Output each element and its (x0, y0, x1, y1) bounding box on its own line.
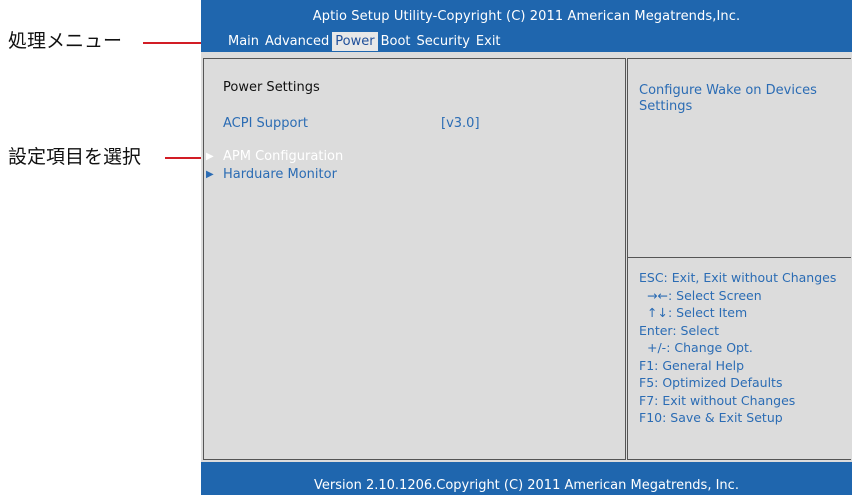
key-select-item: ↑↓: Select Item (647, 305, 748, 320)
key-enter: Enter: Select (639, 322, 720, 338)
help-divider (628, 257, 851, 258)
key-f7: F7: Exit without Changes (639, 392, 796, 408)
footer-version: Version 2.10.1206.Copyright (C) 2011 Ame… (314, 478, 739, 493)
submenu-apm-label: APM Configuration (223, 149, 344, 164)
bios-header: Aptio Setup Utility-Copyright (C) 2011 A… (201, 0, 852, 52)
bios-footer: Version 2.10.1206.Copyright (C) 2011 Ame… (201, 462, 852, 495)
key-legend: ESC: Exit, Exit without Changes →←: Sele… (639, 269, 851, 427)
menu-exit[interactable]: Exit (473, 32, 504, 51)
submenu-apm-configuration[interactable]: ▶ APM Configuration (204, 149, 343, 164)
menu-main[interactable]: Main (225, 32, 262, 51)
menu-advanced[interactable]: Advanced (262, 32, 332, 51)
menu-power[interactable]: Power (332, 32, 378, 51)
main-panel: Power Settings ACPI Support [v3.0] ▶ APM… (203, 58, 626, 460)
bios-window: Aptio Setup Utility-Copyright (C) 2011 A… (201, 0, 852, 495)
menu-bar: Main Advanced Power Boot Security Exit (225, 32, 504, 51)
help-panel: Configure Wake on Devices Settings ESC: … (627, 58, 851, 460)
section-title: Power Settings (223, 80, 320, 95)
key-select-screen: →←: Select Screen (647, 287, 762, 303)
acpi-support-value[interactable]: [v3.0] (441, 116, 480, 131)
key-f10: F10: Save & Exit Setup (639, 410, 783, 425)
submenu-arrow-icon: ▶ (206, 151, 214, 162)
submenu-arrow-icon: ▶ (206, 169, 214, 180)
bios-title: Aptio Setup Utility-Copyright (C) 2011 A… (312, 9, 741, 24)
key-change-opt: +/-: Change Opt. (647, 340, 753, 355)
key-f1: F1: General Help (639, 357, 745, 373)
key-esc: ESC: Exit, Exit without Changes (639, 270, 837, 285)
annotation-select-label: 設定項目を選択 (8, 146, 142, 168)
menu-boot[interactable]: Boot (378, 32, 414, 51)
menu-security[interactable]: Security (414, 32, 473, 51)
help-description: Configure Wake on Devices Settings (639, 83, 817, 114)
key-f5: F5: Optimized Defaults (639, 375, 783, 390)
submenu-hardware-label: Harduare Monitor (223, 167, 337, 182)
acpi-support-label[interactable]: ACPI Support (223, 116, 308, 131)
annotation-menu-label: 処理メニュー (8, 30, 123, 52)
submenu-hardware-monitor[interactable]: ▶ Harduare Monitor (204, 167, 337, 182)
